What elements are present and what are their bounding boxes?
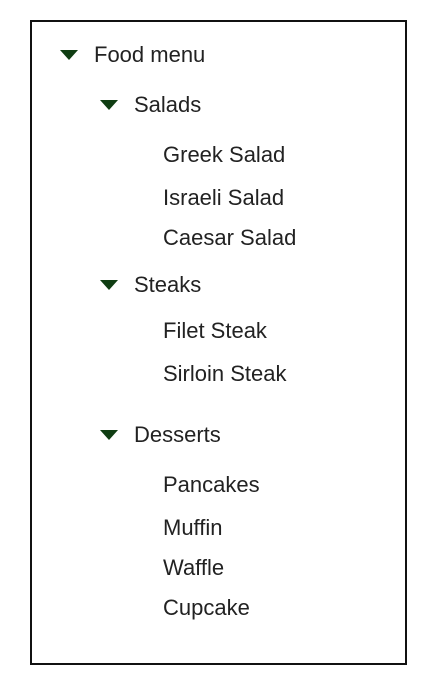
tree-leaf-israeli-salad[interactable]: Israeli Salad (163, 185, 284, 211)
tree-leaf-greek-salad[interactable]: Greek Salad (163, 142, 285, 168)
tree-leaf-cupcake[interactable]: Cupcake (163, 595, 250, 621)
desserts-toggle-icon[interactable] (100, 430, 118, 440)
tree-leaf-sirloin-steak[interactable]: Sirloin Steak (163, 361, 287, 387)
tree-node-steaks[interactable]: Steaks (134, 272, 201, 298)
tree-leaf-waffle[interactable]: Waffle (163, 555, 224, 581)
tree-leaf-filet-steak[interactable]: Filet Steak (163, 318, 267, 344)
tree-node-salads[interactable]: Salads (134, 92, 201, 118)
salads-toggle-icon[interactable] (100, 100, 118, 110)
tree-root-label[interactable]: Food menu (94, 42, 205, 68)
tree-leaf-caesar-salad[interactable]: Caesar Salad (163, 225, 296, 251)
steaks-toggle-icon[interactable] (100, 280, 118, 290)
tree-leaf-pancakes[interactable]: Pancakes (163, 472, 260, 498)
tree-leaf-muffin[interactable]: Muffin (163, 515, 223, 541)
food-menu-toggle-icon[interactable] (60, 50, 78, 60)
tree-node-desserts[interactable]: Desserts (134, 422, 221, 448)
